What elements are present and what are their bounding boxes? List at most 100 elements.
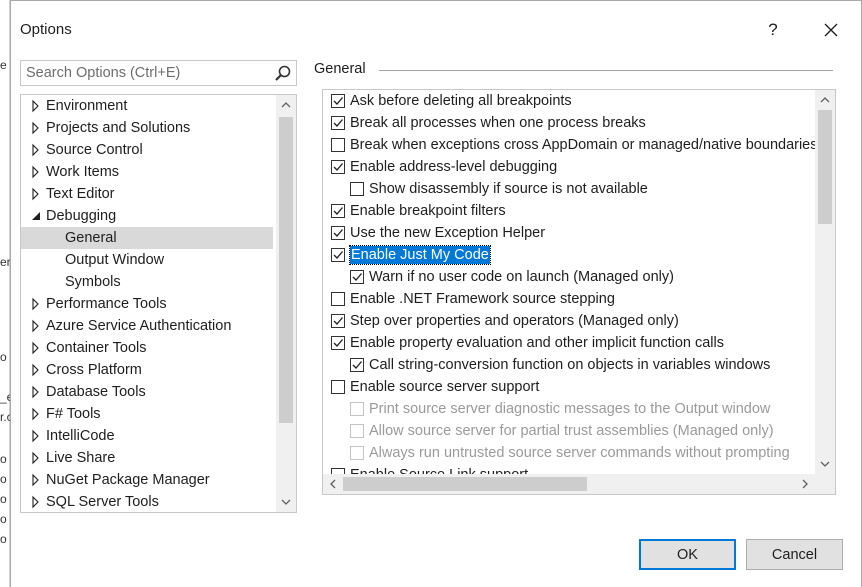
collapsed-arrow-icon[interactable] xyxy=(30,117,42,139)
collapsed-arrow-icon[interactable] xyxy=(30,315,42,337)
collapsed-arrow-icon[interactable] xyxy=(30,337,42,359)
option-row[interactable]: Enable Source Link support xyxy=(323,464,815,474)
option-row[interactable]: Enable property evaluation and other imp… xyxy=(323,332,815,354)
option-row[interactable]: Break when exceptions cross AppDomain or… xyxy=(323,134,815,156)
tree-item[interactable]: General xyxy=(21,227,273,249)
scroll-down-button[interactable] xyxy=(815,454,835,474)
section-title: General xyxy=(314,61,366,77)
dialog-body: Environment Projects and Solutions Source … xyxy=(11,57,861,587)
option-row[interactable]: Ask before deleting all breakpoints xyxy=(323,90,815,112)
option-checkbox[interactable] xyxy=(331,292,345,306)
option-checkbox[interactable] xyxy=(331,226,345,240)
tree-item[interactable]: Debugging xyxy=(21,205,273,227)
search-icon[interactable] xyxy=(274,64,292,82)
scroll-up-button[interactable] xyxy=(815,90,835,110)
chevron-up-icon xyxy=(281,102,291,108)
cancel-button[interactable]: Cancel xyxy=(746,539,843,570)
option-checkbox[interactable] xyxy=(331,380,345,394)
tree-item[interactable]: Database Tools xyxy=(21,381,273,403)
option-row[interactable]: Enable source server support xyxy=(323,376,815,398)
collapsed-arrow-icon[interactable] xyxy=(30,183,42,205)
tree-item[interactable]: Output Window xyxy=(21,249,273,271)
tree-item[interactable]: Environment xyxy=(21,95,273,117)
option-checkbox[interactable] xyxy=(331,116,345,130)
tree-item[interactable]: F# Tools xyxy=(21,403,273,425)
collapsed-arrow-icon[interactable] xyxy=(30,359,42,381)
tree-scrollbar[interactable] xyxy=(276,95,296,512)
option-checkbox[interactable] xyxy=(331,314,345,328)
search-box[interactable] xyxy=(20,60,297,86)
option-checkbox[interactable] xyxy=(331,336,345,350)
scroll-right-button[interactable] xyxy=(795,474,815,494)
collapsed-arrow-icon[interactable] xyxy=(30,425,42,447)
scroll-thumb[interactable] xyxy=(818,110,832,224)
collapsed-arrow-icon[interactable] xyxy=(30,403,42,425)
tree-item[interactable]: Container Tools xyxy=(21,337,273,359)
option-label: Enable breakpoint filters xyxy=(350,203,506,219)
background-window-edge: e er o _e r.c o o o o o xyxy=(0,0,13,587)
option-checkbox[interactable] xyxy=(350,270,364,284)
tree-item[interactable]: Cross Platform xyxy=(21,359,273,381)
option-checkbox[interactable] xyxy=(331,94,345,108)
option-checkbox[interactable] xyxy=(331,204,345,218)
ok-button[interactable]: OK xyxy=(639,539,736,570)
tree-item[interactable]: IntelliCode xyxy=(21,425,273,447)
option-row[interactable]: Enable Just My Code xyxy=(323,244,815,266)
option-row[interactable]: Show disassembly if source is not availa… xyxy=(323,178,815,200)
section-divider xyxy=(379,70,833,71)
collapsed-arrow-icon[interactable] xyxy=(30,381,42,403)
horizontal-scroll-thumb[interactable] xyxy=(343,477,587,491)
option-checkbox[interactable] xyxy=(331,138,345,152)
collapsed-arrow-icon[interactable] xyxy=(30,469,42,491)
tree-item-label: Performance Tools xyxy=(46,296,167,312)
options-vertical-scrollbar[interactable] xyxy=(815,90,835,474)
scroll-up-button[interactable] xyxy=(276,95,296,115)
collapsed-arrow-icon[interactable] xyxy=(30,447,42,469)
option-row[interactable]: Break all processes when one process bre… xyxy=(323,112,815,134)
tree-item[interactable]: NuGet Package Manager xyxy=(21,469,273,491)
option-checkbox[interactable] xyxy=(331,160,345,174)
option-checkbox[interactable] xyxy=(350,358,364,372)
checkmark-icon xyxy=(352,361,362,369)
tree-item[interactable]: Azure Service Authentication xyxy=(21,315,273,337)
help-button[interactable]: ? xyxy=(753,15,793,45)
option-label: Call string-conversion function on objec… xyxy=(369,357,771,373)
option-row[interactable]: Step over properties and operators (Mana… xyxy=(323,310,815,332)
collapsed-arrow-icon[interactable] xyxy=(30,161,42,183)
collapsed-arrow-icon[interactable] xyxy=(30,95,42,117)
tree-item[interactable]: SQL Server Tools xyxy=(21,491,273,512)
option-row[interactable]: Enable .NET Framework source stepping xyxy=(323,288,815,310)
tree-item-label: Cross Platform xyxy=(46,362,142,378)
chevron-up-icon xyxy=(820,97,830,103)
checkmark-icon xyxy=(333,339,343,347)
search-input[interactable] xyxy=(21,61,261,85)
tree-item[interactable]: Text Editor xyxy=(21,183,273,205)
option-checkbox[interactable] xyxy=(331,248,345,262)
scroll-down-button[interactable] xyxy=(276,492,296,512)
scroll-thumb[interactable] xyxy=(279,117,293,423)
tree-item[interactable]: Live Share xyxy=(21,447,273,469)
expanded-arrow-icon[interactable] xyxy=(30,205,42,227)
option-row[interactable]: Warn if no user code on launch (Managed … xyxy=(323,266,815,288)
option-row[interactable]: Enable address-level debugging xyxy=(323,156,815,178)
options-dialog: Options ? Environment Projects and Soluti… xyxy=(10,0,862,587)
tree-item[interactable]: Projects and Solutions xyxy=(21,117,273,139)
option-checkbox xyxy=(350,402,364,416)
option-row[interactable]: Enable breakpoint filters xyxy=(323,200,815,222)
option-checkbox[interactable] xyxy=(350,182,364,196)
tree-item-label: F# Tools xyxy=(46,406,101,422)
tree-item[interactable]: Performance Tools xyxy=(21,293,273,315)
close-button[interactable] xyxy=(811,15,851,45)
scroll-left-button[interactable] xyxy=(323,474,343,494)
collapsed-arrow-icon[interactable] xyxy=(30,293,42,315)
tree-item[interactable]: Symbols xyxy=(21,271,273,293)
option-row[interactable]: Call string-conversion function on objec… xyxy=(323,354,815,376)
tree-item[interactable]: Work Items xyxy=(21,161,273,183)
tree-item-label: General xyxy=(65,230,117,246)
option-row[interactable]: Use the new Exception Helper xyxy=(323,222,815,244)
collapsed-arrow-icon[interactable] xyxy=(30,139,42,161)
tree-list: Environment Projects and Solutions Source … xyxy=(21,95,273,512)
tree-item[interactable]: Source Control xyxy=(21,139,273,161)
options-horizontal-scrollbar[interactable] xyxy=(323,474,815,494)
collapsed-arrow-icon[interactable] xyxy=(30,491,42,512)
